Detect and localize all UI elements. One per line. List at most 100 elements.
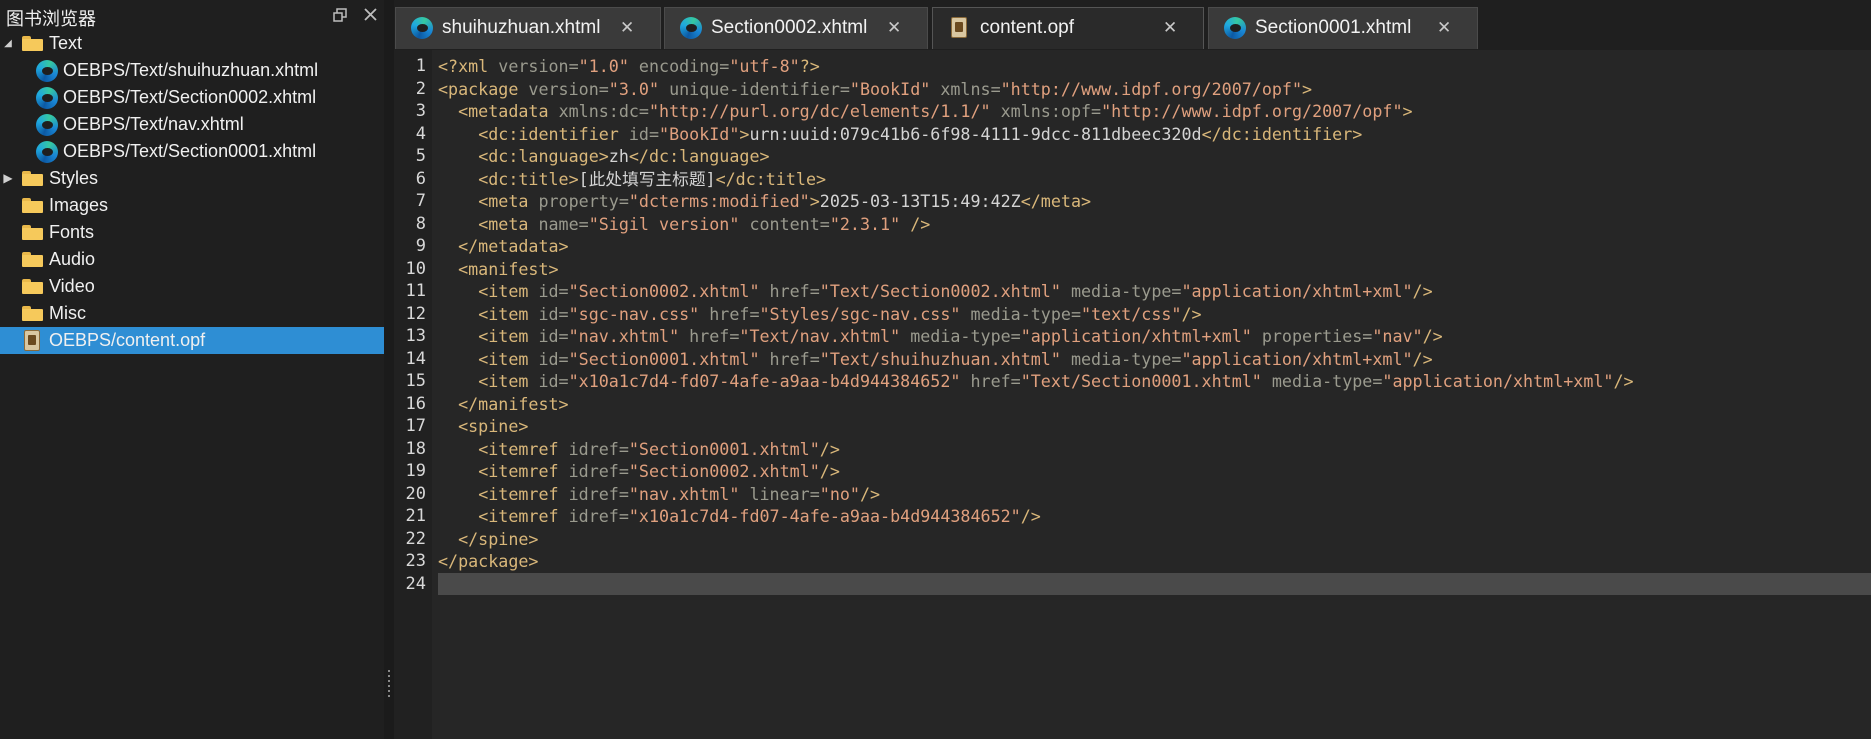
code-token-val: "utf-8": [729, 56, 800, 76]
code-line: <itemref idref="nav.xhtml" linear="no"/>: [438, 483, 880, 506]
code-token-tag: <itemref: [478, 506, 569, 526]
tab-content-opf[interactable]: content.opf ✕: [932, 7, 1204, 49]
tab-close-icon[interactable]: ✕: [1437, 8, 1451, 48]
code-token-tag: </spine>: [458, 528, 539, 549]
code-token-val: "http://purl.org/dc/elements/1.1/": [648, 101, 991, 121]
code-token-val: "Styles/sgc-nav.css": [759, 303, 961, 324]
code-token-tag: <manifest>: [458, 258, 559, 279]
code-token-tag: />: [1020, 506, 1041, 526]
tree-item-label: Text: [49, 33, 83, 53]
tab-section0001-xhtml[interactable]: Section0001.xhtml ✕: [1208, 7, 1478, 49]
tab-close-icon[interactable]: ✕: [887, 8, 901, 48]
code-token-val: "Section0002.xhtml": [628, 461, 820, 481]
close-icon[interactable]: [360, 4, 380, 26]
code-editor[interactable]: 1 2 3 4 5 6 7 8 9 10 11 12 13 14 15 16 17 18 19 20 21 22 23 24 …: [394, 50, 1871, 739]
code-token-val: "http://www.idpf.org/2007/opf": [1000, 78, 1303, 99]
code-token-attr: href=: [960, 371, 1021, 391]
line-number: 24: [405, 573, 426, 594]
line-number: 8: [415, 213, 426, 234]
code-token-val: "Text/shuihuzhuan.xhtml": [819, 348, 1061, 369]
code-line: <metadata xmlns:dc="http://purl.org/dc/e…: [438, 100, 1412, 123]
line-number: 10: [405, 258, 426, 279]
tree-item-audio[interactable]: Audio: [0, 246, 384, 273]
code-line: <item id="Section0002.xhtml" href="Text/…: [438, 280, 1432, 303]
code-token-attr: id=: [538, 348, 569, 369]
tab-section0002-xhtml[interactable]: Section0002.xhtml ✕: [664, 7, 928, 49]
code-token-tag: />: [1613, 371, 1634, 391]
tree-item-label: Audio: [49, 249, 96, 269]
code-token-tag: />: [1422, 326, 1443, 346]
folder-icon: [22, 225, 43, 240]
code-token-tag: <item: [478, 326, 539, 346]
tab-close-icon[interactable]: ✕: [1163, 8, 1177, 48]
restore-icon[interactable]: [330, 4, 350, 26]
line-number-gutter: 1 2 3 4 5 6 7 8 9 10 11 12 13 14 15 16 17 18 19 20 21 22 23 24: [394, 50, 432, 739]
code-token-tag: </dc:title>: [715, 168, 827, 189]
tree-item-label: OEBPS/Text/Section0001.xhtml: [63, 141, 317, 161]
xhtml-file-icon: [411, 17, 433, 39]
code-token-tag: <spine>: [458, 416, 529, 436]
code-token-attr: unique-identifier=: [659, 78, 850, 99]
tree-item-oebps-text-shuihuzhuan-xhtml[interactable]: OEBPS/Text/shuihuzhuan.xhtml: [0, 57, 384, 84]
tree-item-label: Images: [49, 195, 109, 215]
tree-item-oebps-text-section0002-xhtml[interactable]: OEBPS/Text/Section0002.xhtml: [0, 84, 384, 111]
code-token-val: "sgc-nav.css": [568, 303, 700, 324]
folder-icon: [22, 198, 43, 213]
code-token-tag: ?>: [799, 56, 820, 76]
code-token-attr: linear=: [739, 483, 820, 504]
tree-item-fonts[interactable]: Fonts: [0, 219, 384, 246]
tree-item-styles[interactable]: ▶ Styles: [0, 165, 384, 192]
code-token-attr: media-type=: [960, 303, 1081, 324]
tree-item-oebps-content-opf[interactable]: OEBPS/content.opf: [0, 327, 384, 354]
code-token-tag: <meta: [478, 213, 539, 234]
tab-close-icon[interactable]: ✕: [620, 8, 634, 48]
tree-item-oebps-text-nav-xhtml[interactable]: OEBPS/Text/nav.xhtml: [0, 111, 384, 138]
tree-item-text[interactable]: ◢ Text: [0, 30, 384, 57]
tree-item-misc[interactable]: Misc: [0, 300, 384, 327]
code-line: </manifest>: [438, 393, 569, 416]
splitter-grip-icon[interactable]: [388, 670, 390, 698]
code-token-attr: media-type=: [1060, 348, 1182, 369]
code-token-attr: encoding=: [628, 56, 730, 76]
code-line: <?xml version="1.0" encoding="utf-8"?>: [438, 55, 820, 78]
code-token-val: "Section0002.xhtml": [568, 281, 760, 301]
code-token-tag: <itemref: [478, 483, 569, 504]
code-line: <item id="x10a1c7d4-fd07-4afe-a9aa-b4d94…: [438, 370, 1634, 393]
collapsed-arrow-icon[interactable]: ▶: [2, 165, 14, 192]
xhtml-file-icon: [36, 87, 58, 109]
tree-item-video[interactable]: Video: [0, 273, 384, 300]
code-token-attr: properties=: [1251, 326, 1373, 346]
code-line: <dc:identifier id="BookId">urn:uuid:079c…: [438, 123, 1362, 146]
xhtml-file-icon: [36, 60, 58, 82]
code-token-val: "Text/Section0001.xhtml": [1020, 371, 1262, 391]
code-line: <item id="sgc-nav.css" href="Styles/sgc-…: [438, 303, 1201, 326]
line-number: 6: [415, 168, 426, 189]
tree-item-oebps-text-section0001-xhtml[interactable]: OEBPS/Text/Section0001.xhtml: [0, 138, 384, 165]
code-token-tag: >: [809, 191, 820, 211]
code-token-attr: media-type=: [1060, 281, 1182, 301]
code-token-val: "text/css": [1081, 303, 1182, 324]
line-number: 22: [405, 528, 426, 549]
code-token-attr: xmlns=: [930, 78, 1001, 99]
code-line: <package version="3.0" unique-identifier…: [438, 78, 1312, 101]
code-token-text: zh: [608, 146, 629, 166]
code-token-val: "application/xhtml+xml": [1382, 371, 1614, 391]
expanded-arrow-icon[interactable]: ◢: [2, 30, 14, 57]
code-token-val: "no": [819, 483, 860, 504]
line-number: 12: [405, 303, 426, 324]
folder-icon: [22, 171, 43, 186]
tree-item-images[interactable]: Images: [0, 192, 384, 219]
folder-icon: [22, 306, 43, 321]
code-token-attr: href=: [679, 326, 740, 346]
tab-shuihuzhuan-xhtml[interactable]: shuihuzhuan.xhtml ✕: [395, 7, 661, 49]
